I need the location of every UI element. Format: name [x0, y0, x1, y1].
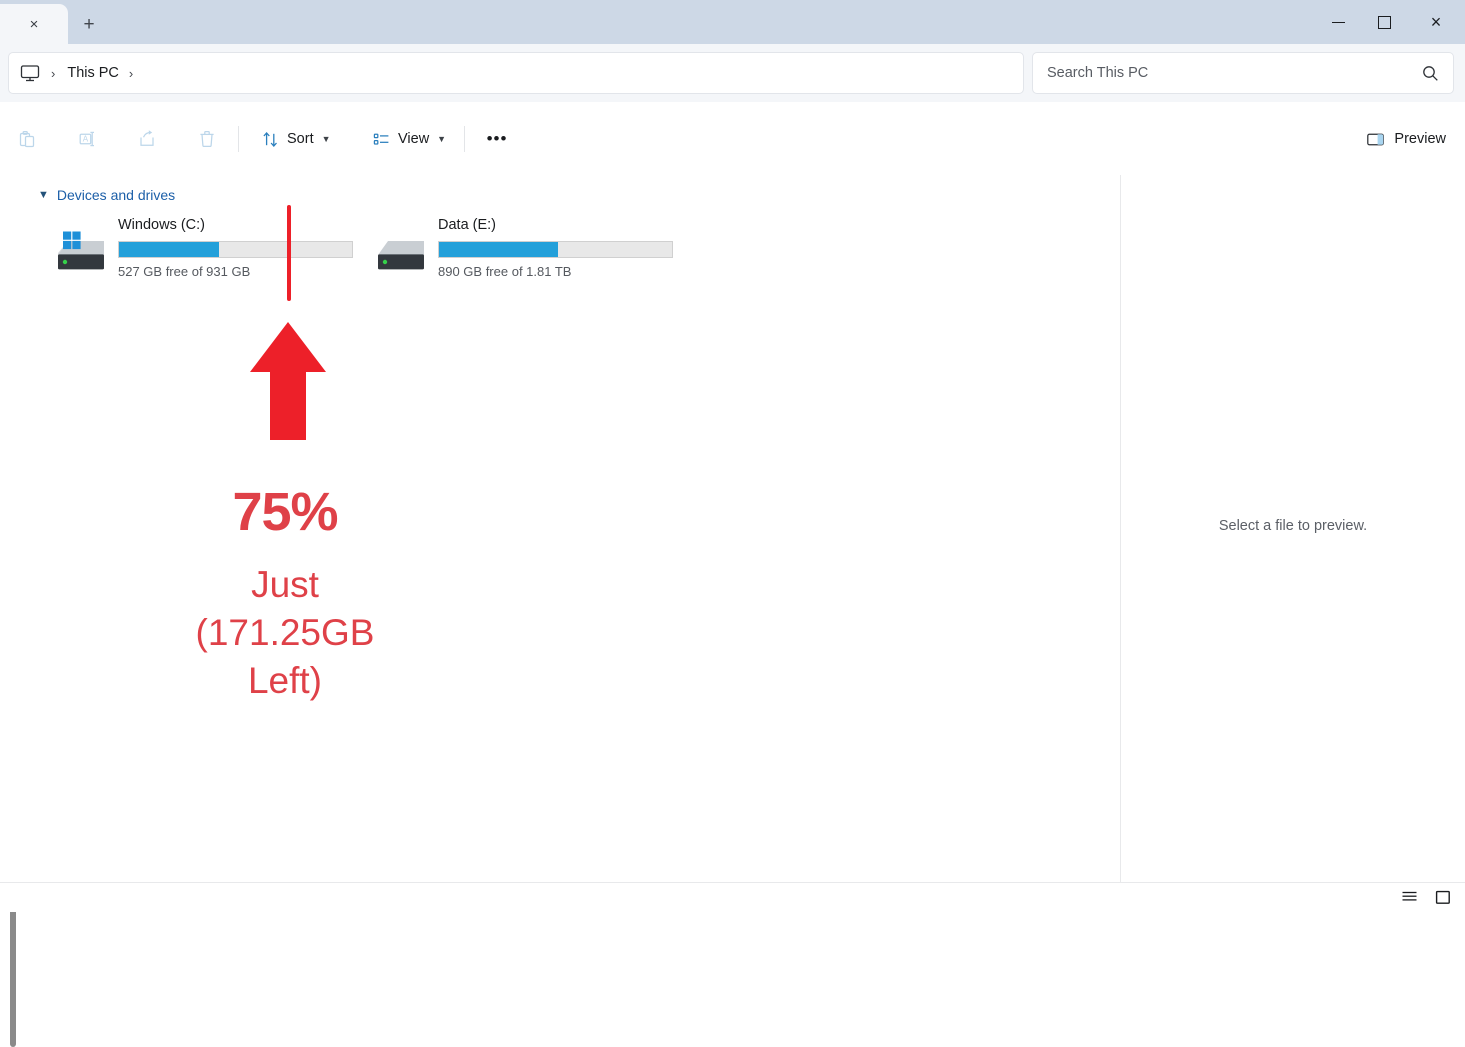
drive-capacity-label: 890 GB free of 1.81 TB — [438, 264, 572, 279]
maximize-icon — [1377, 15, 1391, 29]
breadcrumb-separator-2[interactable]: › — [129, 67, 133, 80]
annotation-arrow-up — [248, 320, 328, 443]
title-bar: × + × — [0, 0, 1465, 44]
close-button[interactable]: × — [1407, 0, 1465, 44]
annotation-pointer-line — [287, 205, 291, 301]
details-view-icon — [1402, 891, 1416, 901]
rename-icon: A — [79, 131, 94, 147]
new-tab-button[interactable]: + — [74, 10, 104, 38]
status-view-buttons — [1397, 886, 1455, 908]
paste-icon — [19, 130, 35, 148]
breadcrumb-this-pc[interactable]: This PC — [67, 65, 119, 81]
chevron-down-icon: ▼ — [321, 134, 331, 144]
annotation-percent: 75% — [232, 482, 338, 542]
drive-capacity-label: 527 GB free of 931 GB — [118, 264, 251, 279]
search-icon[interactable] — [1422, 65, 1439, 82]
address-bar[interactable]: › This PC › — [8, 52, 1024, 94]
minimize-button[interactable] — [1315, 0, 1361, 44]
group-title-label: Devices and drives — [56, 187, 176, 203]
annotation-line-2: (171.25GB — [195, 611, 375, 653]
annotation-text-block: 75% Just (171.25GB Left) — [160, 484, 410, 705]
view-label: View — [398, 131, 430, 147]
drive-item[interactable]: Windows (C:) 527 GB free of 931 GB — [56, 217, 386, 285]
large-icons-view-icon — [1435, 890, 1450, 904]
preview-empty-message: Select a file to preview. — [1218, 518, 1368, 534]
search-input[interactable] — [1047, 65, 1422, 81]
large-icons-view-button[interactable] — [1431, 886, 1455, 908]
this-pc-icon — [19, 62, 41, 84]
annotation-line-3: Left) — [247, 659, 323, 701]
search-box[interactable] — [1032, 52, 1454, 94]
preview-pane-icon — [1367, 133, 1385, 145]
drive-usage-fill — [439, 242, 558, 257]
preview-label: Preview — [1394, 131, 1446, 147]
details-view-button[interactable] — [1397, 886, 1421, 908]
minimize-icon — [1331, 21, 1345, 23]
view-button[interactable]: View ▼ — [363, 120, 455, 158]
sort-button[interactable]: Sort ▼ — [252, 120, 340, 158]
toolbar-divider-2 — [464, 126, 465, 152]
rename-button[interactable]: A — [68, 120, 106, 158]
share-icon — [140, 130, 154, 146]
preview-toggle-button[interactable]: Preview — [1355, 120, 1457, 158]
tab-active[interactable]: × — [0, 4, 68, 44]
sort-icon — [263, 131, 277, 147]
toolbar-divider-1 — [238, 126, 239, 152]
breadcrumb-separator-1: › — [51, 65, 56, 81]
drive-name-label: Data (E:) — [438, 217, 497, 233]
trash-icon — [200, 130, 214, 148]
drive-name-label: Windows (C:) — [118, 217, 206, 233]
annotation-line-1: Just — [251, 563, 319, 605]
drive-usage-bar — [438, 241, 673, 258]
window-controls: × — [1315, 0, 1465, 44]
overflow-menu-button[interactable]: ••• — [478, 120, 516, 158]
share-button[interactable] — [128, 120, 166, 158]
status-bar — [0, 882, 1465, 912]
address-bar-row: › This PC › — [0, 44, 1465, 102]
drive-usage-bar — [118, 241, 353, 258]
group-header-devices-and-drives[interactable]: ▼ Devices and drives — [38, 187, 175, 203]
drive-icon-data-e — [376, 231, 432, 273]
svg-text:A: A — [83, 135, 89, 144]
sort-label: Sort — [287, 131, 314, 147]
tab-close-button[interactable]: × — [21, 11, 47, 37]
preview-pane: Select a file to preview. — [1121, 175, 1465, 883]
chevron-down-icon[interactable]: ▼ — [38, 189, 49, 201]
close-icon: × — [1430, 12, 1442, 32]
drive-usage-fill — [119, 242, 220, 257]
drive-icon-windows-c — [56, 231, 112, 273]
delete-button[interactable] — [188, 120, 226, 158]
drive-item[interactable]: Data (E:) 890 GB free of 1.81 TB — [376, 217, 706, 285]
view-icon — [373, 133, 389, 145]
chevron-down-icon: ▼ — [437, 134, 447, 144]
command-bar: A Sort ▼ View ▼ ••• Preview — [0, 102, 1465, 176]
maximize-button[interactable] — [1361, 0, 1407, 44]
paste-button[interactable] — [8, 120, 46, 158]
